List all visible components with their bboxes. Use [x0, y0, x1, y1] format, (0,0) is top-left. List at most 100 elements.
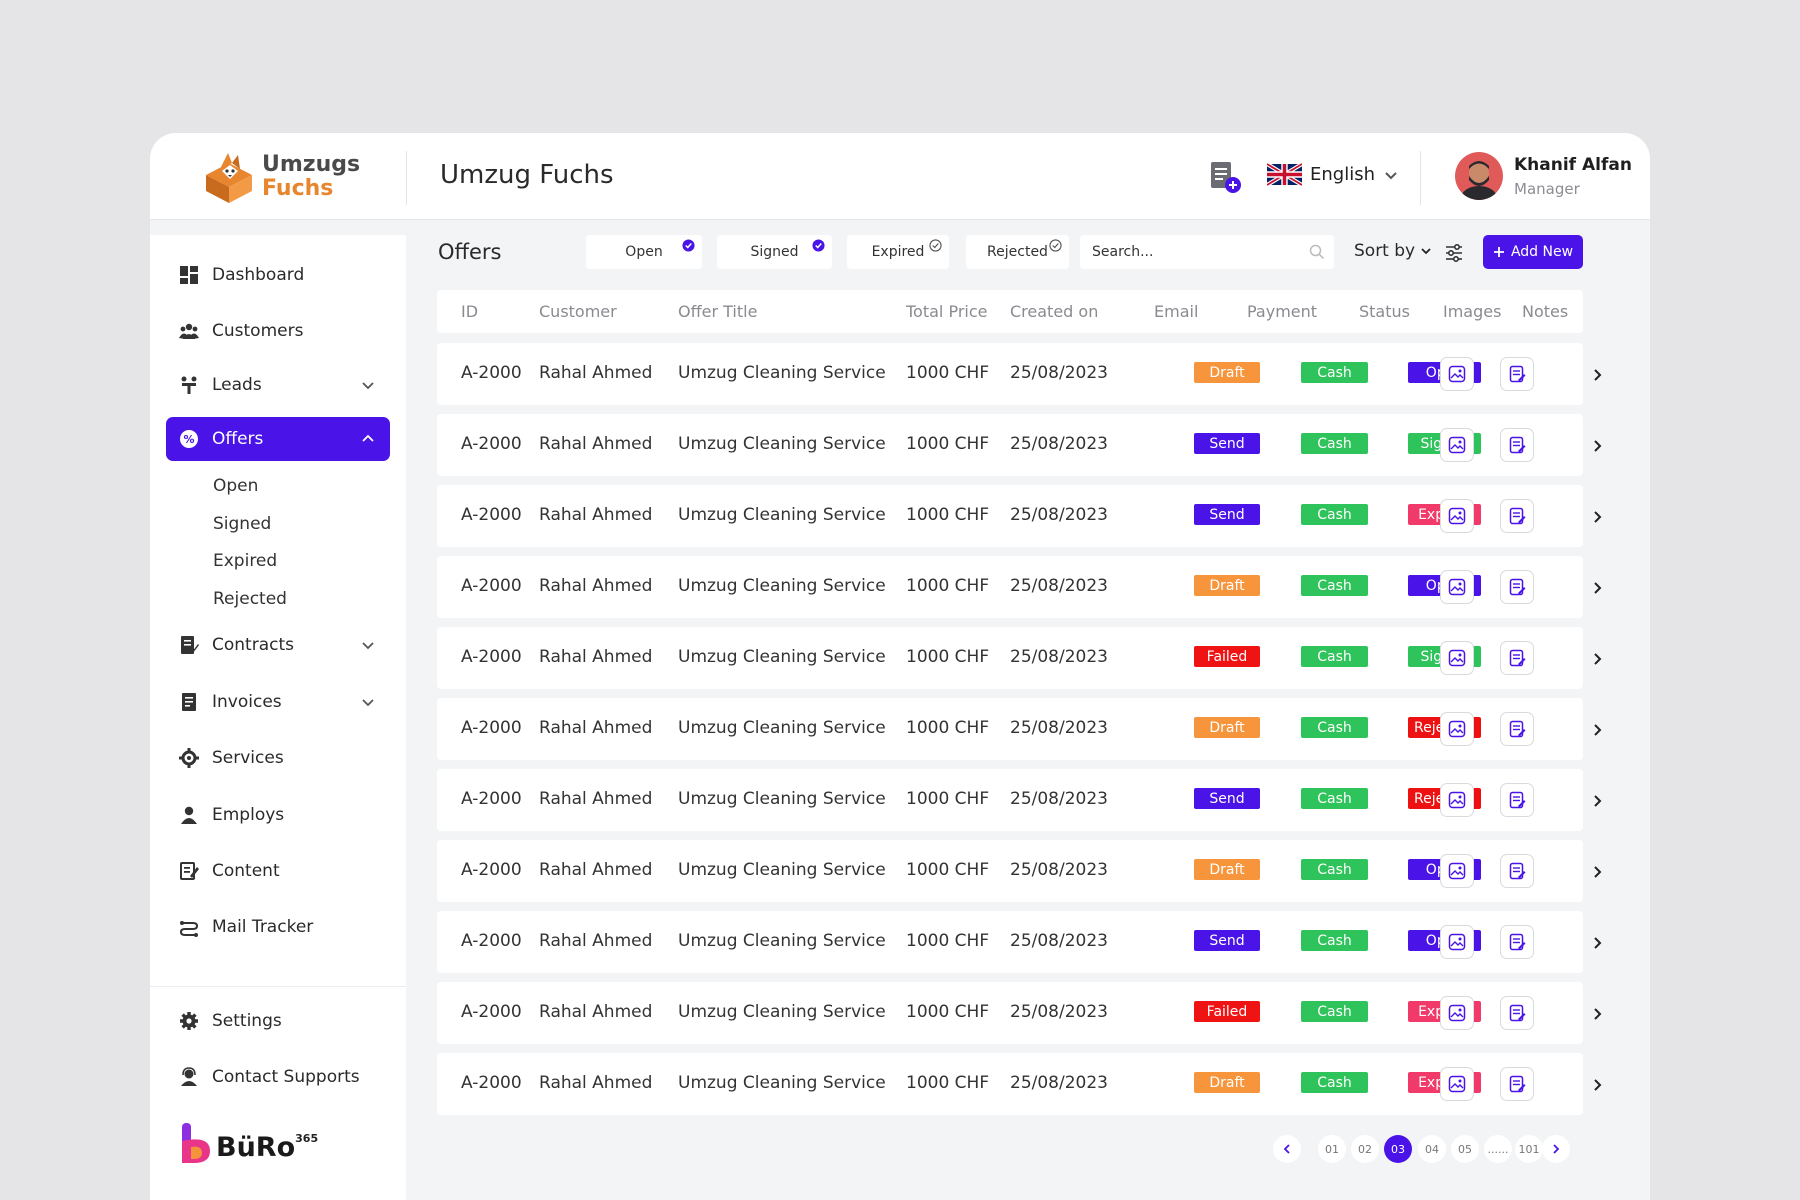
notes-button[interactable]	[1500, 783, 1534, 817]
notes-button[interactable]	[1500, 996, 1534, 1030]
table-row[interactable]: A-2000 Rahal Ahmed Umzug Cleaning Service 1…	[437, 840, 1602, 902]
notes-button[interactable]	[1500, 712, 1534, 746]
pagination-page[interactable]: 01	[1318, 1135, 1346, 1163]
column-header-notes[interactable]: Notes	[1522, 302, 1568, 321]
filter-sliders-icon[interactable]	[1444, 243, 1464, 263]
column-header-offer-title[interactable]: Offer Title	[678, 302, 757, 321]
user-avatar[interactable]	[1455, 152, 1503, 200]
images-button[interactable]	[1440, 712, 1474, 746]
sidebar-item-contact-supports[interactable]: Contact Supports	[166, 1055, 390, 1099]
table-row[interactable]: A-2000 Rahal Ahmed Umzug Cleaning Service 1…	[437, 911, 1602, 973]
sidebar-subitem-expired[interactable]: Expired	[213, 551, 277, 571]
brand-logo[interactable]: Umzugs Fuchs	[200, 147, 370, 207]
images-button[interactable]	[1440, 570, 1474, 604]
table-row[interactable]: A-2000 Rahal Ahmed Umzug Cleaning Service 1…	[437, 1053, 1602, 1115]
notes-button[interactable]	[1500, 925, 1534, 959]
row-expand-button[interactable]	[1590, 509, 1604, 523]
sidebar-item-employs[interactable]: Employs	[166, 793, 390, 837]
search-input[interactable]	[1080, 235, 1334, 269]
pagination-page[interactable]: 101	[1515, 1135, 1543, 1163]
column-header-customer[interactable]: Customer	[539, 302, 617, 321]
row-expand-button[interactable]	[1590, 1006, 1604, 1020]
table-row[interactable]: A-2000 Rahal Ahmed Umzug Cleaning Service 1…	[437, 485, 1602, 547]
pagination-page[interactable]: 02	[1351, 1135, 1379, 1163]
sidebar-item-mail-tracker[interactable]: Mail Tracker	[166, 905, 390, 949]
notes-button[interactable]	[1500, 357, 1534, 391]
sidebar-item-content[interactable]: Content	[166, 849, 390, 893]
cell-created-on: 25/08/2023	[1010, 576, 1108, 596]
sidebar-subitem-rejected[interactable]: Rejected	[213, 589, 287, 609]
row-expand-button[interactable]	[1590, 580, 1604, 594]
column-header-images[interactable]: Images	[1443, 302, 1501, 321]
pagination-next-button[interactable]	[1542, 1135, 1570, 1163]
sidebar-item-invoices[interactable]: Invoices	[166, 680, 390, 724]
images-button[interactable]	[1440, 428, 1474, 462]
cell-created-on: 25/08/2023	[1010, 363, 1108, 383]
sidebar-item-services[interactable]: Services	[166, 736, 390, 780]
table-row[interactable]: A-2000 Rahal Ahmed Umzug Cleaning Service 1…	[437, 627, 1602, 689]
add-document-icon[interactable]	[1208, 160, 1242, 194]
row-expand-button[interactable]	[1590, 935, 1604, 949]
notes-button[interactable]	[1500, 854, 1534, 888]
row-expand-button[interactable]	[1590, 722, 1604, 736]
images-button[interactable]	[1440, 499, 1474, 533]
column-header-email[interactable]: Email	[1154, 302, 1198, 321]
column-header-total-price[interactable]: Total Price	[906, 302, 987, 321]
cell-offer-title: Umzug Cleaning Service	[678, 363, 886, 383]
table-row[interactable]: A-2000 Rahal Ahmed Umzug Cleaning Service 1…	[437, 769, 1602, 831]
cell-offer-title: Umzug Cleaning Service	[678, 505, 886, 525]
sidebar-subitem-open[interactable]: Open	[213, 476, 258, 496]
table-row[interactable]: A-2000 Rahal Ahmed Umzug Cleaning Service 1…	[437, 698, 1602, 760]
notes-button[interactable]	[1500, 499, 1534, 533]
sidebar-item-settings[interactable]: Settings	[166, 999, 390, 1043]
column-header-status[interactable]: Status	[1359, 302, 1410, 321]
row-expand-button[interactable]	[1590, 793, 1604, 807]
add-new-button[interactable]: Add New	[1483, 235, 1583, 269]
filter-rejected[interactable]: Rejected	[966, 235, 1069, 269]
column-header-id[interactable]: ID	[461, 302, 478, 321]
notes-button[interactable]	[1500, 428, 1534, 462]
sidebar-subitem-signed[interactable]: Signed	[213, 514, 271, 534]
table-row[interactable]: A-2000 Rahal Ahmed Umzug Cleaning Service 1…	[437, 343, 1602, 405]
images-button[interactable]	[1440, 641, 1474, 675]
images-button[interactable]	[1440, 357, 1474, 391]
chevron-right-icon	[1594, 1008, 1602, 1020]
table-row[interactable]: A-2000 Rahal Ahmed Umzug Cleaning Service 1…	[437, 414, 1602, 476]
mail-tracker-icon	[178, 916, 200, 938]
notes-button[interactable]	[1500, 570, 1534, 604]
sidebar-item-leads[interactable]: Leads	[166, 363, 390, 407]
row-expand-button[interactable]	[1590, 438, 1604, 452]
pagination-page[interactable]: 04	[1418, 1135, 1446, 1163]
column-header-payment[interactable]: Payment	[1247, 302, 1317, 321]
row-expand-button[interactable]	[1590, 864, 1604, 878]
row-expand-button[interactable]	[1590, 651, 1604, 665]
images-button[interactable]	[1440, 1067, 1474, 1101]
search-icon[interactable]	[1309, 244, 1325, 260]
table-row[interactable]: A-2000 Rahal Ahmed Umzug Cleaning Service 1…	[437, 556, 1602, 618]
images-button[interactable]	[1440, 783, 1474, 817]
sidebar-item-offers[interactable]: % Offers	[166, 417, 390, 461]
pagination-page[interactable]: 03	[1384, 1135, 1412, 1163]
row-expand-button[interactable]	[1590, 367, 1604, 381]
row-expand-button[interactable]	[1590, 1077, 1604, 1091]
language-selector[interactable]: English	[1267, 163, 1399, 186]
notes-button[interactable]	[1500, 641, 1534, 675]
filter-expired[interactable]: Expired	[847, 235, 949, 269]
pagination-ellipsis[interactable]: ......	[1484, 1135, 1512, 1163]
filter-signed[interactable]: Signed	[717, 235, 832, 269]
pagination-prev-button[interactable]	[1273, 1135, 1301, 1163]
sort-by-dropdown[interactable]: Sort by	[1354, 241, 1432, 261]
images-button[interactable]	[1440, 854, 1474, 888]
note-edit-icon	[1509, 862, 1526, 880]
filter-open[interactable]: Open	[586, 235, 702, 269]
pagination-page[interactable]: 05	[1451, 1135, 1479, 1163]
sidebar-item-contracts[interactable]: Contracts	[166, 623, 390, 667]
images-button[interactable]	[1440, 925, 1474, 959]
notes-button[interactable]	[1500, 1067, 1534, 1101]
images-button[interactable]	[1440, 996, 1474, 1030]
cell-created-on: 25/08/2023	[1010, 647, 1108, 667]
sidebar-item-customers[interactable]: Customers	[166, 309, 390, 353]
column-header-created-on[interactable]: Created on	[1010, 302, 1098, 321]
table-row[interactable]: A-2000 Rahal Ahmed Umzug Cleaning Service 1…	[437, 982, 1602, 1044]
sidebar-item-dashboard[interactable]: Dashboard	[166, 253, 390, 297]
